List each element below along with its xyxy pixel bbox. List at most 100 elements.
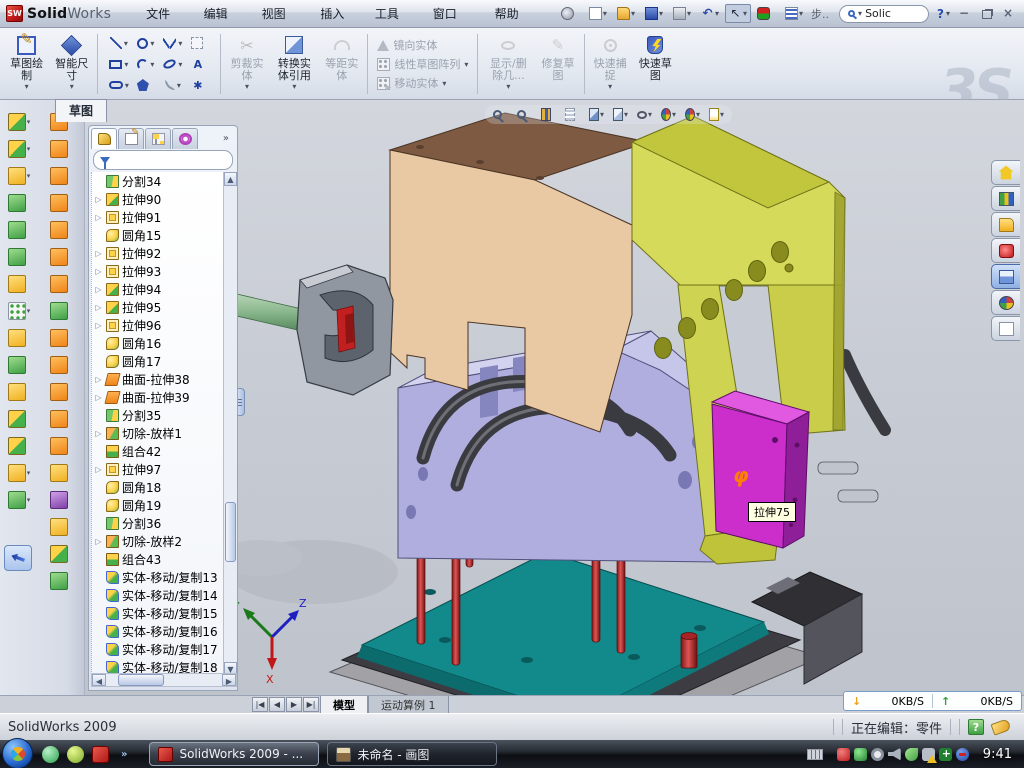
surface-untrim-button[interactable]: ▾ xyxy=(44,432,78,459)
panel-expand-chevron[interactable]: » xyxy=(217,133,235,144)
tree-item[interactable]: ▷ 实体-移动/复制13 xyxy=(94,568,224,586)
tag-icon[interactable] xyxy=(990,718,1011,735)
expand-arrow-icon[interactable]: ▷ xyxy=(94,375,103,384)
curve-button[interactable]: ▾ xyxy=(2,486,36,513)
expand-arrow-icon[interactable]: ▷ xyxy=(94,249,103,258)
chevron-down-icon[interactable]: ▾ xyxy=(946,9,950,18)
tree-item[interactable]: ▷ 曲面-拉伸38 xyxy=(94,370,224,388)
pattern-button[interactable]: ▾ xyxy=(2,297,36,324)
motion-study-tab[interactable]: 运动算例 1 xyxy=(368,696,449,714)
start-button[interactable] xyxy=(2,738,33,768)
surface-knit-button[interactable]: ▾ xyxy=(44,513,78,540)
tree-item[interactable]: ▷ 实体-移动/复制16 xyxy=(94,622,224,640)
tree-item[interactable]: ▷ 切除-放样2 xyxy=(94,532,224,550)
tree-item[interactable]: ▷ 圆角17 xyxy=(94,352,224,370)
rapid-sketch-button[interactable]: 快速草图 xyxy=(633,30,678,98)
zoom-area-icon[interactable]: ▾ xyxy=(517,107,532,122)
surface-fill-button[interactable]: ▾ xyxy=(44,189,78,216)
pin-icon[interactable]: ▾ xyxy=(557,4,583,23)
network-warning-tray-icon[interactable] xyxy=(922,748,935,761)
next-tab-button[interactable]: ▶ xyxy=(286,697,302,712)
ellipse-tool[interactable]: ▾ xyxy=(159,54,186,75)
help-button[interactable]: ? xyxy=(935,7,946,21)
keyboard-layout-icon[interactable] xyxy=(807,749,823,760)
tree-item[interactable]: ▷ 切除-放样1 xyxy=(94,424,224,442)
tree-filter-input[interactable] xyxy=(93,150,233,170)
surface-trim-button[interactable]: ▾ xyxy=(44,162,78,189)
first-tab-button[interactable]: |◀ xyxy=(252,697,268,712)
polygon-tool[interactable]: ▾ xyxy=(132,75,159,96)
surface-mid-button[interactable]: ▾ xyxy=(44,243,78,270)
tree-item[interactable]: ▷ 组合43 xyxy=(94,550,224,568)
extruded-cut-button[interactable]: ▾ xyxy=(2,135,36,162)
design-library-button[interactable] xyxy=(991,186,1020,211)
expand-arrow-icon[interactable]: ▷ xyxy=(94,429,103,438)
antivirus-tray-icon[interactable] xyxy=(837,748,850,761)
magenta-front-face[interactable] xyxy=(712,404,787,548)
quick-tips-button[interactable]: ? xyxy=(968,719,984,735)
custom-properties-button[interactable] xyxy=(991,316,1020,341)
circle-tool[interactable]: ▾ xyxy=(132,33,159,54)
offset-entities-button[interactable]: 等距实体 xyxy=(319,30,364,98)
menu-insert[interactable]: 插入(I) xyxy=(309,3,364,25)
restore-button[interactable] xyxy=(978,7,994,21)
section-view-icon[interactable]: ▾ xyxy=(541,107,556,122)
prev-tab-button[interactable]: ◀ xyxy=(269,697,285,712)
rib-button[interactable]: ▾ xyxy=(2,324,36,351)
selection-frame-tool[interactable]: ▾ xyxy=(186,33,213,54)
cylinder-button[interactable]: ▾ xyxy=(44,567,78,594)
hide-show-items-icon[interactable]: ▾ xyxy=(637,107,652,122)
security-tray-icon[interactable] xyxy=(854,748,867,761)
settings-tray-icon[interactable] xyxy=(871,748,884,761)
save-button[interactable]: ▾ xyxy=(641,4,667,23)
tree-item[interactable]: ▷ 实体-移动/复制14 xyxy=(94,586,224,604)
expand-arrow-icon[interactable]: ▷ xyxy=(94,213,103,222)
sync-tray-icon[interactable] xyxy=(956,748,969,761)
new-document-button[interactable]: ▾ xyxy=(585,4,611,23)
tree-item[interactable]: ▷ 拉伸90 xyxy=(94,190,224,208)
health-tray-icon[interactable] xyxy=(939,748,952,761)
last-tab-button[interactable]: ▶| xyxy=(303,697,319,712)
spline-tool[interactable]: ▾ xyxy=(159,33,186,54)
menu-tools[interactable]: 工具(T) xyxy=(364,3,422,25)
mirror-entities-button[interactable]: 镜向实体 xyxy=(377,37,468,53)
update-tray-icon[interactable] xyxy=(905,748,918,761)
tree-item[interactable]: ▷ 拉伸92 xyxy=(94,244,224,262)
scroll-thumb[interactable] xyxy=(225,502,236,562)
messenger-icon[interactable] xyxy=(42,746,59,763)
mirror-feature-button[interactable]: ▾ xyxy=(2,405,36,432)
apply-scene-icon[interactable]: ▾ xyxy=(685,107,700,122)
move-entities-button[interactable]: 移动实体 ▾ xyxy=(377,75,468,91)
taskbar-solidworks-button[interactable]: SolidWorks 2009 - ... xyxy=(149,742,319,766)
close-button[interactable]: × xyxy=(1000,7,1016,21)
expand-arrow-icon[interactable]: ▷ xyxy=(94,321,103,330)
tree-item[interactable]: ▷ 圆角18 xyxy=(94,478,224,496)
menu-help[interactable]: 帮助(H) xyxy=(484,3,543,25)
menu-file[interactable]: 文件(F) xyxy=(135,3,193,25)
zoom-fit-icon[interactable]: ▾ xyxy=(493,107,508,122)
line-tool[interactable]: ▾ xyxy=(105,33,132,54)
instant3d-button[interactable] xyxy=(4,545,32,571)
surface-loft-button[interactable]: ▾ xyxy=(44,216,78,243)
quick-launch-overflow[interactable]: » xyxy=(121,749,127,760)
volume-tray-icon[interactable] xyxy=(888,748,901,761)
solidworks-resources-button[interactable] xyxy=(991,160,1020,185)
slide-block-magenta[interactable] xyxy=(712,391,809,548)
boss-cube-button[interactable]: ▾ xyxy=(2,216,36,243)
tree-vertical-scrollbar[interactable]: ▲ ▼ xyxy=(223,172,237,676)
surface-planar-button[interactable]: ▾ xyxy=(44,270,78,297)
taskbar-paint-button[interactable]: 未命名 - 画图 xyxy=(327,742,497,766)
tree-item[interactable]: ▷ 拉伸96 xyxy=(94,316,224,334)
menu-view[interactable]: 视图(V) xyxy=(251,3,310,25)
view-settings-icon[interactable]: ▾ xyxy=(565,107,580,122)
lofted-boss-button[interactable]: ▾ xyxy=(2,243,36,270)
appearances-scenes-button[interactable] xyxy=(991,290,1020,315)
tree-item[interactable]: ▷ 分割35 xyxy=(94,406,224,424)
trim-entities-button[interactable]: ✂ 剪裁实体 ▾ xyxy=(224,30,269,98)
surface-pin-button[interactable]: ▾ xyxy=(44,486,78,513)
undo-button[interactable]: ↶ ▾ xyxy=(697,4,723,23)
scroll-up-arrow[interactable]: ▲ xyxy=(224,172,237,186)
arc-tool[interactable]: ▾ xyxy=(132,54,159,75)
text-tool[interactable]: A ▾ xyxy=(186,54,213,75)
rebuild-traffic-light-button[interactable]: ▾ xyxy=(753,4,779,23)
